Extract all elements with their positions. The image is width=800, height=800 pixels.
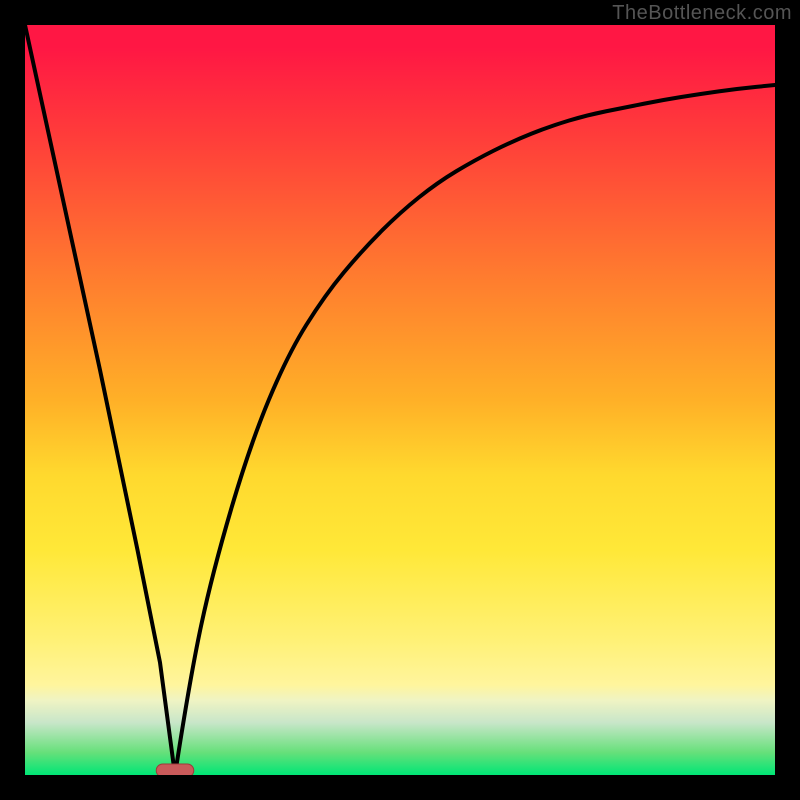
chart-frame: TheBottleneck.com [0, 0, 800, 800]
curve-path [25, 25, 775, 775]
minimum-marker [156, 764, 194, 775]
plot-area [25, 25, 775, 775]
watermark-text: TheBottleneck.com [612, 2, 792, 25]
bottleneck-curve [25, 25, 775, 775]
